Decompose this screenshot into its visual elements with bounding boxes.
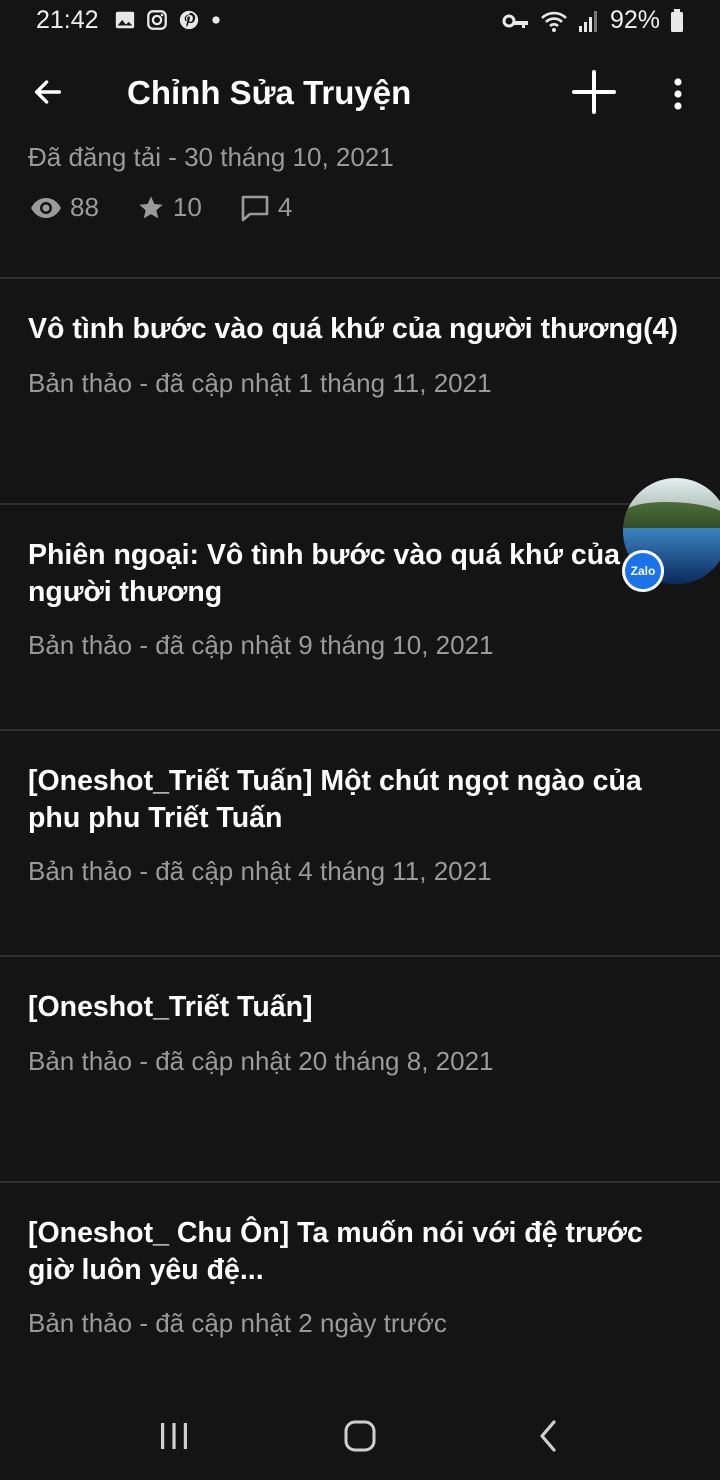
home-button[interactable] <box>330 1406 390 1466</box>
votes-stat: 10 <box>137 192 202 223</box>
published-date: Đã đăng tải - 30 tháng 10, 2021 <box>28 142 394 172</box>
add-part-button[interactable] <box>566 64 622 120</box>
nav-back-button[interactable] <box>518 1406 578 1466</box>
home-icon <box>344 1420 376 1452</box>
story-subtitle: Bản thảo - đã cập nhật 20 tháng 8, 2021 <box>28 1046 494 1076</box>
story-subtitle: Bản thảo - đã cập nhật 9 tháng 10, 2021 <box>28 630 494 660</box>
part-stats: 88 10 4 <box>30 192 330 223</box>
back-icon <box>540 1420 556 1452</box>
story-subtitle: Bản thảo - đã cập nhật 1 tháng 11, 2021 <box>28 368 492 398</box>
more-options-button[interactable] <box>656 68 700 120</box>
status-time: 21:42 <box>36 6 99 34</box>
system-nav-bar <box>0 1392 720 1480</box>
battery-percent: 92% <box>609 6 660 34</box>
instagram-icon <box>147 10 167 30</box>
signal-icon <box>578 10 597 32</box>
comment-icon <box>241 195 269 221</box>
plus-icon <box>572 70 616 114</box>
views-count: 88 <box>70 192 99 222</box>
views-stat: 88 <box>30 192 99 223</box>
page-title: Chỉnh Sửa Truyện <box>127 74 412 111</box>
vpn-key-icon <box>502 14 528 28</box>
dot-icon <box>212 16 220 24</box>
story-title: [Oneshot_Triết Tuấn] <box>28 991 313 1023</box>
status-bar: 21:42 92% <box>0 0 720 44</box>
battery-icon <box>671 8 683 32</box>
zalo-badge-icon: Zalo <box>622 550 664 592</box>
recent-apps-icon <box>161 1423 187 1449</box>
recent-apps-button[interactable] <box>144 1406 204 1466</box>
votes-count: 10 <box>172 192 202 222</box>
pinterest-icon <box>179 10 199 30</box>
list-item[interactable]: [Oneshot_ Chu Ôn] Ta muốn nói với đệ trư… <box>0 1183 720 1388</box>
story-title: [Oneshot_Triết Tuấn] Một chút ngọt ngào … <box>28 765 642 834</box>
list-item[interactable]: [Oneshot_Triết Tuấn] Bản thảo - đã cập n… <box>0 957 720 1183</box>
list-item[interactable]: Phiên ngoại: Vô tình bước vào quá khứ củ… <box>0 505 720 731</box>
app-bar: Chỉnh Sửa Truyện <box>0 44 720 140</box>
eye-icon <box>31 197 61 218</box>
story-title: Phiên ngoại: Vô tình bước vào quá khứ củ… <box>28 539 621 608</box>
story-subtitle: Bản thảo - đã cập nhật 2 ngày trước <box>28 1308 447 1338</box>
story-subtitle: Bản thảo - đã cập nhật 4 tháng 11, 2021 <box>28 856 492 886</box>
arrow-left-icon <box>34 80 62 104</box>
image-icon <box>115 11 135 29</box>
back-button[interactable] <box>22 66 74 118</box>
wifi-icon <box>541 11 567 32</box>
story-title: Vô tình bước vào quá khứ của người thươn… <box>28 313 679 345</box>
comments-stat: 4 <box>240 192 292 223</box>
comments-count: 4 <box>277 192 293 222</box>
star-icon <box>139 195 163 218</box>
status-right-icons: 92% <box>502 6 684 35</box>
list-item[interactable]: Vô tình bước vào quá khứ của người thươn… <box>0 279 720 505</box>
list-item[interactable]: [Oneshot_Triết Tuấn] Một chút ngọt ngào … <box>0 731 720 957</box>
more-vert-icon <box>674 78 682 110</box>
status-left-icons <box>114 9 222 31</box>
story-title: [Oneshot_ Chu Ôn] Ta muốn nói với đệ trư… <box>28 1217 643 1286</box>
published-part-item[interactable]: Đã đăng tải - 30 tháng 10, 2021 88 10 4 <box>0 140 720 279</box>
